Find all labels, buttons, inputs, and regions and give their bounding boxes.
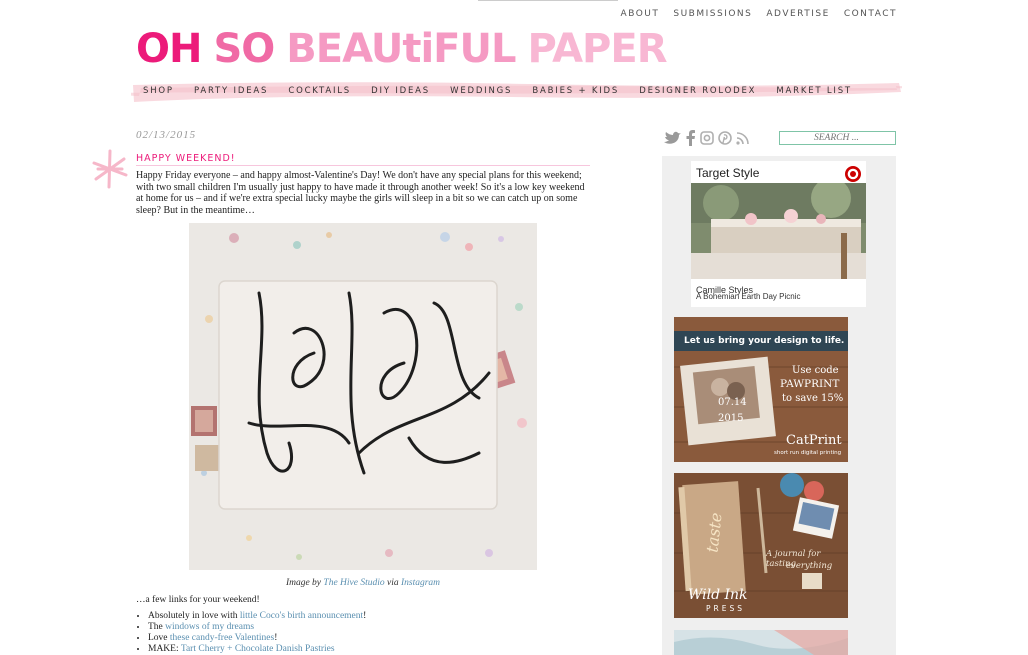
catprint-headline: Let us bring your design to life.: [684, 336, 845, 346]
star-doodle-icon: [92, 149, 128, 189]
partial-ad-art: [674, 630, 848, 655]
link-prefix: Absolutely in love with: [148, 611, 240, 621]
top-nav-about[interactable]: ABOUT: [621, 9, 660, 19]
top-nav-advertise[interactable]: ADVERTISE: [766, 9, 829, 19]
main-nav: SHOP PARTY IDEAS COCKTAILS DIY IDEAS WED…: [131, 86, 902, 96]
target-widget-image: [691, 183, 866, 279]
list-item: MAKE: Tart Cherry + Chocolate Danish Pas…: [148, 644, 366, 655]
nav-diy-ideas[interactable]: DIY IDEAS: [371, 86, 430, 96]
logo-word-4: PAPER: [527, 26, 667, 72]
nav-weddings[interactable]: WEDDINGS: [450, 86, 512, 96]
weekend-links-list: Absolutely in love with little Coco's bi…: [136, 611, 366, 655]
links-intro: …a few links for your weekend!: [136, 595, 260, 605]
list-item: Absolutely in love with little Coco's bi…: [148, 611, 366, 622]
image-caption: Image by The Hive Studio via Instagram: [136, 578, 590, 588]
nav-cocktails[interactable]: COCKTAILS: [288, 86, 351, 96]
target-widget-title: Target Style: [696, 166, 760, 180]
catprint-tagline: short run digital printing: [774, 450, 842, 456]
catprint-use-code: Use code: [792, 365, 839, 376]
nav-shop[interactable]: SHOP: [143, 86, 174, 96]
link-suffix: !: [363, 611, 367, 621]
social-icons: [664, 130, 749, 146]
post-title[interactable]: HAPPY WEEKEND!: [136, 153, 236, 164]
top-nav: ABOUT SUBMISSIONS ADVERTISE CONTACT: [621, 9, 897, 19]
target-widget-headline: A Bohemian Earth Day Picnic: [696, 292, 801, 301]
top-nav-submissions[interactable]: SUBMISSIONS: [673, 9, 752, 19]
search-input[interactable]: [779, 131, 896, 145]
link-suffix: !: [274, 633, 278, 643]
instagram-icon[interactable]: [700, 131, 714, 145]
twitter-icon[interactable]: [664, 131, 682, 145]
main-nav-bar: SHOP PARTY IDEAS COCKTAILS DIY IDEAS WED…: [131, 80, 902, 104]
catprint-card-date: 07.14: [718, 397, 747, 408]
top-rule: [478, 0, 618, 1]
post-body: Happy Friday everyone – and happy almost…: [136, 170, 585, 216]
nav-designer-rolodex[interactable]: DESIGNER ROLODEX: [639, 86, 756, 96]
top-nav-contact[interactable]: CONTACT: [844, 9, 897, 19]
wild-ink-ad[interactable]: taste A journal for tasting everything W…: [674, 473, 848, 618]
link-valentines[interactable]: these candy-free Valentines: [170, 633, 274, 643]
catprint-brand: CatPrint: [786, 433, 842, 448]
caption-author-link[interactable]: The Hive Studio: [323, 578, 384, 588]
nav-party-ideas[interactable]: PARTY IDEAS: [194, 86, 268, 96]
catprint-ad[interactable]: Let us bring your design to life. 07.14 …: [674, 317, 848, 462]
wild-ink-line2: everything: [786, 561, 833, 571]
catprint-card-year: 2015: [718, 413, 744, 424]
rss-icon[interactable]: [736, 131, 749, 145]
wild-ink-brand-sub: PRESS: [706, 604, 745, 613]
post-date: 02/13/2015: [136, 129, 197, 141]
link-prefix: MAKE:: [148, 644, 181, 654]
target-style-widget[interactable]: Target Style Camille Styles A Bohemian E…: [691, 161, 866, 307]
site-logo[interactable]: OH SO BEAUtiFUL PAPER: [136, 24, 668, 74]
link-prefix: Love: [148, 633, 170, 643]
pinterest-icon[interactable]: [718, 131, 732, 145]
link-prefix: The: [148, 622, 166, 632]
title-divider: [136, 165, 590, 166]
logo-word-1: OH: [136, 26, 202, 72]
sidebar-ad-partial[interactable]: [674, 630, 848, 655]
caption-via: via: [384, 578, 401, 588]
list-item: The windows of my dreams: [148, 622, 366, 633]
catprint-save-text: to save 15%: [782, 393, 844, 404]
catprint-promo-code: PAWPRINT: [780, 378, 840, 390]
caption-source-link[interactable]: Instagram: [401, 578, 440, 588]
nav-babies-kids[interactable]: BABIES + KIDS: [532, 86, 619, 96]
link-pastries[interactable]: Tart Cherry + Chocolate Danish Pastries: [181, 644, 335, 654]
list-item: Love these candy-free Valentines!: [148, 633, 366, 644]
wild-ink-brand: Wild Ink: [688, 587, 748, 603]
facebook-icon[interactable]: [686, 130, 696, 146]
logo-word-3: BEAUtiFUL: [286, 26, 516, 72]
logo-word-2: SO: [213, 26, 275, 72]
nav-market-list[interactable]: MARKET LIST: [776, 86, 852, 96]
link-coco-announcement[interactable]: little Coco's birth announcement: [240, 611, 363, 621]
link-windows[interactable]: windows of my dreams: [165, 622, 254, 632]
target-logo-icon: [845, 166, 861, 182]
caption-prefix: Image by: [285, 578, 324, 588]
post-image: [189, 223, 537, 570]
